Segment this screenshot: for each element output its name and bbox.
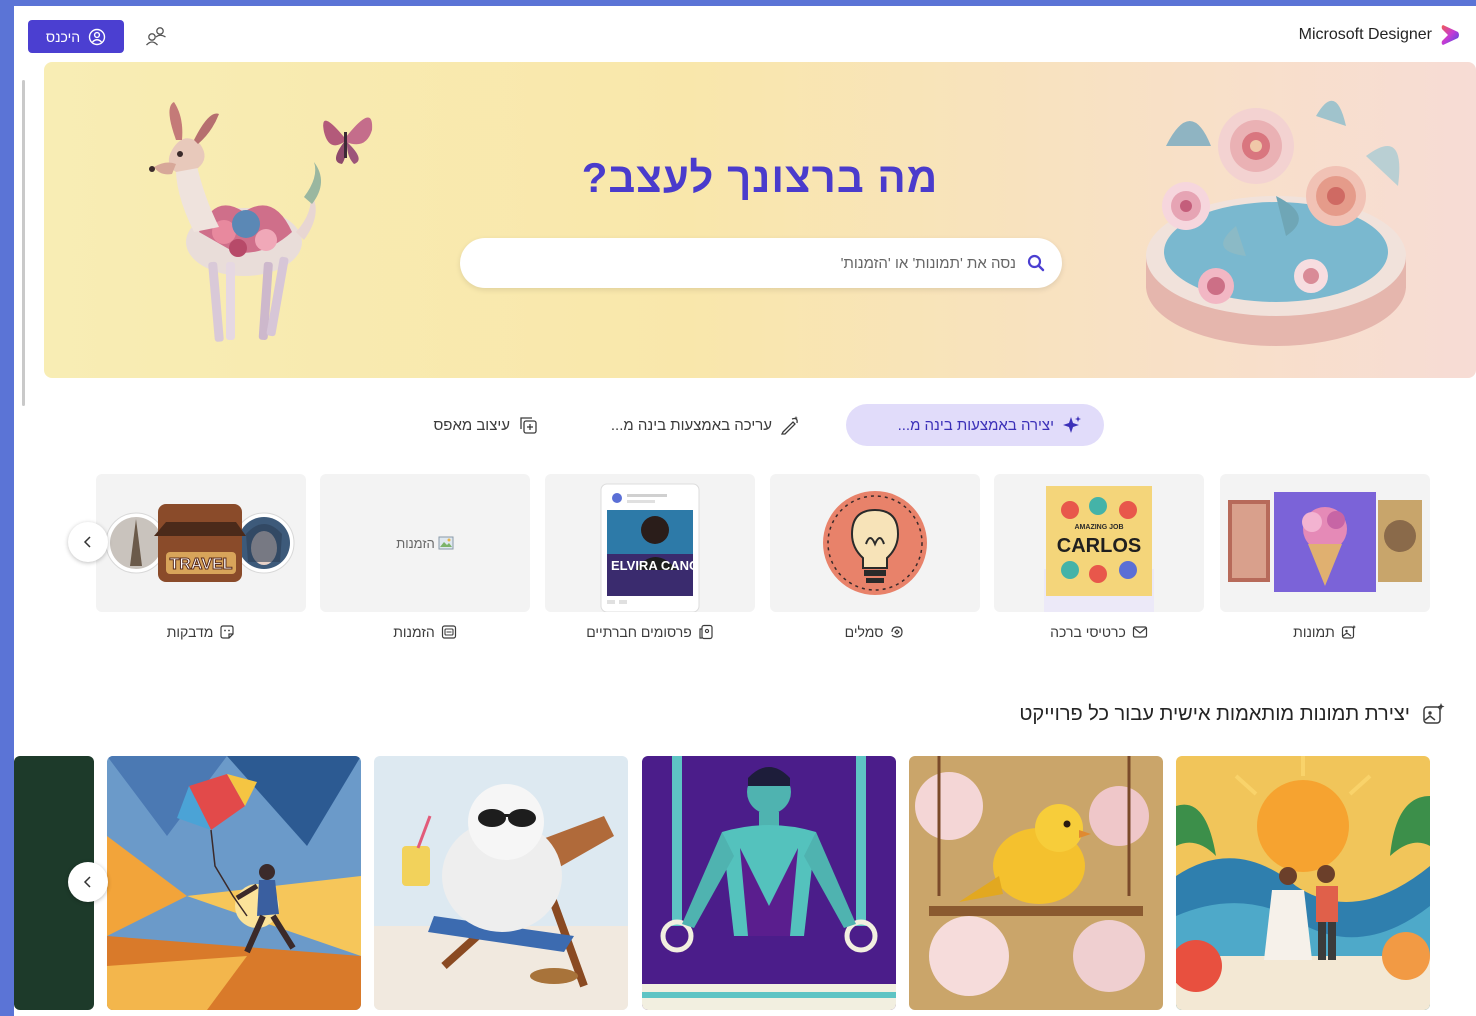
tab-design-from-scratch[interactable]: עיצוב מאפס (400, 404, 560, 446)
yeti-beach-chair-image (374, 756, 628, 1010)
greeting-card-name-text: CARLOS (1057, 535, 1141, 557)
category-invitations[interactable]: הזמנות הזמנות (320, 474, 530, 640)
canary-bird-image (909, 756, 1163, 1010)
category-invitations-label: הזמנות (320, 624, 530, 640)
magic-pen-icon (780, 416, 798, 435)
images-collage-thumbnail (1228, 492, 1422, 592)
hero-search-input[interactable] (476, 238, 1016, 288)
image-sparkle-icon (1423, 703, 1445, 724)
tab-design-from-scratch-label: עיצוב מאפס (433, 416, 510, 434)
category-logos-label: סמלים (770, 624, 980, 640)
tab-edit-with-ai[interactable]: עריכה באמצעות בינה מ... (582, 404, 822, 446)
social-post-thumbnail: ELVIRA CANO (600, 483, 700, 612)
category-logos[interactable]: סמלים (770, 474, 980, 640)
hero-search-box[interactable] (460, 238, 1062, 288)
category-stickers-text: מדבקות (166, 624, 214, 640)
category-stickers-thumbnail[interactable]: TRAVEL (96, 474, 306, 612)
category-images-label: תמונות (1220, 624, 1430, 640)
category-greeting-cards[interactable]: AMAZING JOB CARLOS כרטיסי ברכה (994, 474, 1204, 640)
greeting-card-thumbnail: AMAZING JOB CARLOS (1044, 486, 1154, 612)
logo-sparkle-icon (891, 626, 904, 638)
gallery-next-button[interactable] (68, 862, 108, 902)
paper-art-couple-image (1176, 756, 1430, 1010)
sticker-icon (220, 625, 234, 639)
sticker-travel-text: TRAVEL (170, 556, 233, 573)
category-invitations-thumbnail[interactable]: הזמנות (320, 474, 530, 612)
stickers-thumbnail: TRAVEL (105, 504, 295, 582)
tab-create-with-ai-label: יצירה באמצעות בינה מ... (897, 416, 1054, 434)
social-post-name-text: ELVIRA CANO (611, 558, 699, 573)
category-carousel-next-button[interactable] (68, 522, 108, 562)
category-images[interactable]: תמונות (1220, 474, 1430, 640)
category-greeting-cards-label: כרטיסי ברכה (994, 624, 1204, 640)
gallery-item[interactable] (107, 756, 361, 1010)
category-social-posts-label: פרסומים חברתיים (545, 624, 755, 640)
sparkle-icon (1063, 416, 1081, 433)
envelope-icon (1132, 626, 1147, 638)
chevron-left-icon (83, 536, 91, 548)
tab-create-with-ai[interactable]: יצירה באמצעות בינה מ... (846, 404, 1104, 446)
section-heading: יצירת תמונות מותאמות אישית עבור כל פרויי… (1019, 702, 1446, 726)
category-logos-text: סמלים (844, 624, 884, 640)
lightbulb-logo-thumbnail (823, 491, 927, 595)
broken-image-alt-text: הזמנות (396, 535, 435, 551)
signin-label: היכנס (45, 28, 81, 45)
chevron-left-icon (83, 876, 91, 888)
gymnast-rings-image (642, 756, 896, 1010)
signin-button[interactable]: היכנס (28, 20, 124, 53)
top-bar: Microsoft Designer היכנס (14, 6, 1476, 62)
category-stickers-label: מדבקות (96, 624, 306, 640)
category-carousel: תמונות AMAZING JOB CARLOS כרטיסי ברכה סמ… (14, 474, 1476, 654)
category-images-text: תמונות (1293, 624, 1335, 640)
designer-logo-icon (1441, 25, 1459, 45)
greeting-card-top-text: AMAZING JOB (1075, 524, 1124, 531)
category-images-thumbnail[interactable] (1220, 474, 1430, 612)
section-title-text: יצירת תמונות מותאמות אישית עבור כל פרויי… (1019, 702, 1410, 725)
category-greeting-cards-thumbnail[interactable]: AMAZING JOB CARLOS (994, 474, 1204, 612)
brand[interactable]: Microsoft Designer (1299, 24, 1460, 46)
category-logos-thumbnail[interactable] (770, 474, 980, 612)
invitation-icon (441, 625, 456, 639)
search-icon (1027, 254, 1045, 272)
broken-image-icon (438, 536, 454, 550)
app-window: Microsoft Designer היכנס מה ברצונך לעצב?… (14, 6, 1476, 1016)
tab-edit-with-ai-label: עריכה באמצעות בינה מ... (610, 416, 772, 434)
category-social-posts[interactable]: ELVIRA CANO פרסומים חברתיים (545, 474, 755, 640)
gallery-item[interactable] (1176, 756, 1430, 1010)
image-sparkle-icon (1341, 625, 1356, 639)
floral-dish-illustration (1146, 100, 1406, 346)
image-gallery (14, 756, 1476, 1016)
kite-runner-image (107, 756, 361, 1010)
people-icon[interactable] (144, 24, 168, 48)
broken-image-placeholder: הזמנות (396, 536, 454, 551)
category-stickers[interactable]: TRAVEL מדבקות (96, 474, 306, 640)
category-social-posts-thumbnail[interactable]: ELVIRA CANO (545, 474, 755, 612)
user-circle-icon (88, 28, 106, 45)
category-social-posts-text: פרסומים חברתיים (586, 624, 692, 640)
gallery-item[interactable] (642, 756, 896, 1010)
brand-name: Microsoft Designer (1298, 26, 1432, 43)
gallery-item[interactable] (374, 756, 628, 1010)
category-invitations-text: הזמנות (393, 624, 435, 640)
blank-design-icon (520, 417, 537, 434)
social-post-icon (699, 624, 713, 640)
gallery-item[interactable] (909, 756, 1163, 1010)
paper-deer-illustration (149, 102, 373, 342)
scrollbar[interactable] (22, 80, 25, 406)
creation-mode-tabs: יצירה באמצעות בינה מ... עריכה באמצעות בי… (14, 404, 1476, 448)
hero-banner: מה ברצונך לעצב? (44, 62, 1476, 378)
category-greeting-cards-text: כרטיסי ברכה (1050, 624, 1126, 640)
